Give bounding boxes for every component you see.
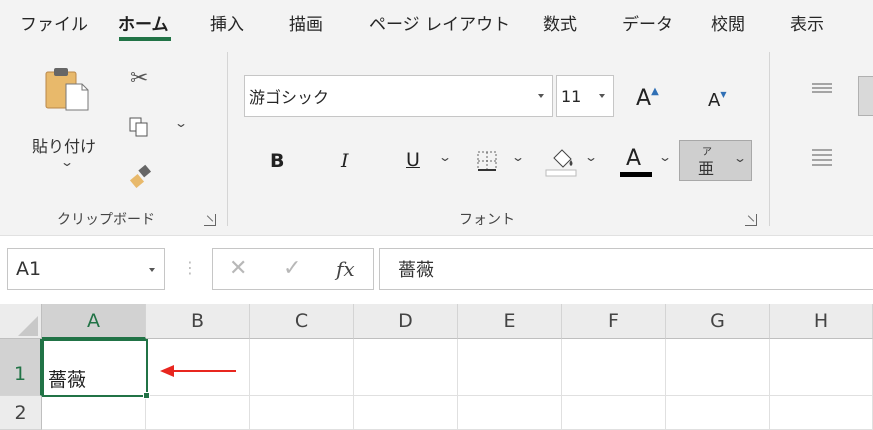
select-all-triangle-icon (18, 316, 38, 336)
increase-font-size-icon[interactable]: A▲ (636, 86, 659, 111)
tab-data[interactable]: データ (622, 10, 673, 35)
cell-e1[interactable] (458, 339, 562, 396)
cell-g2[interactable] (666, 396, 770, 430)
cut-icon[interactable]: ✂ (130, 66, 148, 91)
tab-review[interactable]: 校閲 (711, 10, 745, 35)
cancel-icon[interactable]: ✕ (229, 256, 247, 281)
font-name-dropdown-icon[interactable] (538, 94, 544, 98)
column-header-e[interactable]: E (458, 304, 562, 339)
tab-formulas[interactable]: 数式 (543, 10, 577, 35)
cell-a1-selected[interactable]: 薔薇 (42, 339, 148, 397)
fill-handle[interactable] (143, 392, 150, 399)
formula-input[interactable]: 薔薇 (379, 248, 873, 290)
group-separator (769, 52, 770, 226)
paste-label[interactable]: 貼り付け (32, 133, 96, 157)
font-size-combo[interactable]: 11 (556, 75, 614, 117)
fill-color-dropdown-chevron-icon[interactable]: ⌄ (584, 150, 598, 164)
clipboard-dialog-launcher-icon[interactable] (204, 214, 216, 226)
insert-function-button[interactable]: fx (336, 257, 355, 281)
cell-h1[interactable] (770, 339, 873, 396)
red-arrow-icon (160, 365, 236, 377)
tab-file[interactable]: ファイル (20, 10, 88, 35)
formula-bar: A1 ⋮ ✕ ✓ fx 薔薇 (0, 236, 873, 304)
select-all-button[interactable] (0, 304, 42, 339)
active-tab-indicator (119, 37, 171, 41)
font-color-swatch (620, 172, 652, 177)
copy-dropdown-chevron-icon[interactable]: ⌄ (174, 116, 188, 130)
cell-h2[interactable] (770, 396, 873, 430)
decrease-font-size-icon[interactable]: A▼ (708, 90, 726, 111)
formula-bar-grip-icon[interactable]: ⋮ (182, 258, 198, 277)
paste-icon (45, 68, 89, 111)
font-color-dropdown-chevron-icon[interactable]: ⌄ (658, 150, 672, 164)
tab-insert[interactable]: 挿入 (210, 10, 244, 35)
font-size-dropdown-icon[interactable] (599, 94, 605, 98)
borders-dropdown-chevron-icon[interactable]: ⌄ (511, 150, 525, 164)
italic-button[interactable]: I (341, 150, 349, 172)
fill-color-icon[interactable] (545, 146, 579, 178)
wrap-text-button[interactable] (858, 76, 873, 116)
column-header-f[interactable]: F (562, 304, 666, 339)
group-separator (227, 52, 228, 226)
column-header-h[interactable]: H (770, 304, 873, 339)
menu-bar: ファイル ホーム 挿入 描画 ページ レイアウト 数式 データ 校閲 表示 (0, 0, 873, 44)
phonetic-guide-dropdown-chevron-icon[interactable]: ⌄ (733, 151, 747, 165)
column-header-a[interactable]: A (42, 304, 146, 339)
formula-buttons: ✕ ✓ fx (212, 248, 374, 290)
name-box-value: A1 (16, 258, 42, 280)
phonetic-guide-button[interactable]: ア 亜 ⌄ (679, 140, 752, 181)
font-dialog-launcher-icon[interactable] (745, 214, 757, 226)
cell-f2[interactable] (562, 396, 666, 430)
worksheet-grid: A B C D E F G H 1 2 薔薇 (0, 304, 873, 430)
tab-view[interactable]: 表示 (790, 10, 824, 35)
cell-f1[interactable] (562, 339, 666, 396)
column-header-b[interactable]: B (146, 304, 250, 339)
format-painter-icon[interactable] (128, 164, 154, 188)
font-name-value: 游ゴシック (249, 88, 330, 107)
cell-a2[interactable] (42, 396, 146, 430)
column-header-c[interactable]: C (250, 304, 354, 339)
cell-c1[interactable] (250, 339, 354, 396)
top-align-icon[interactable] (811, 82, 833, 98)
paste-dropdown-chevron-icon[interactable]: ⌄ (60, 155, 74, 169)
cell-c2[interactable] (250, 396, 354, 430)
ribbon: 貼り付け ⌄ ✂ ⌄ クリップボード 游ゴシック 11 A▲ A▼ B I U … (0, 44, 873, 236)
column-header-d[interactable]: D (354, 304, 458, 339)
cell-d2[interactable] (354, 396, 458, 430)
font-color-button[interactable]: A (626, 146, 641, 171)
column-header-g[interactable]: G (666, 304, 770, 339)
tab-draw[interactable]: 描画 (289, 10, 323, 35)
name-box-dropdown-icon[interactable] (149, 268, 155, 272)
row-header-1[interactable]: 1 (0, 339, 42, 396)
cell-d1[interactable] (354, 339, 458, 396)
underline-button[interactable]: U (406, 149, 420, 171)
font-group-label: フォント (459, 212, 515, 228)
cell-e2[interactable] (458, 396, 562, 430)
cell-b2[interactable] (146, 396, 250, 430)
paste-button[interactable] (44, 66, 90, 112)
name-box[interactable]: A1 (7, 248, 165, 290)
row-header-2[interactable]: 2 (0, 396, 42, 430)
align-left-icon[interactable] (811, 148, 833, 170)
enter-check-icon[interactable]: ✓ (283, 256, 301, 281)
bold-button[interactable]: B (270, 150, 284, 172)
tab-home[interactable]: ホーム (118, 10, 169, 35)
underline-dropdown-chevron-icon[interactable]: ⌄ (438, 150, 452, 164)
phonetic-guide-bottom-label: 亜 (698, 159, 715, 178)
cell-g1[interactable] (666, 339, 770, 396)
font-size-value: 11 (561, 86, 582, 106)
cell-a1-value: 薔薇 (48, 369, 87, 391)
copy-icon[interactable] (128, 116, 150, 138)
borders-icon[interactable] (477, 151, 497, 171)
tab-page-layout[interactable]: ページ レイアウト (369, 10, 510, 35)
clipboard-group-label: クリップボード (57, 212, 155, 228)
font-name-combo[interactable]: 游ゴシック (244, 75, 553, 117)
